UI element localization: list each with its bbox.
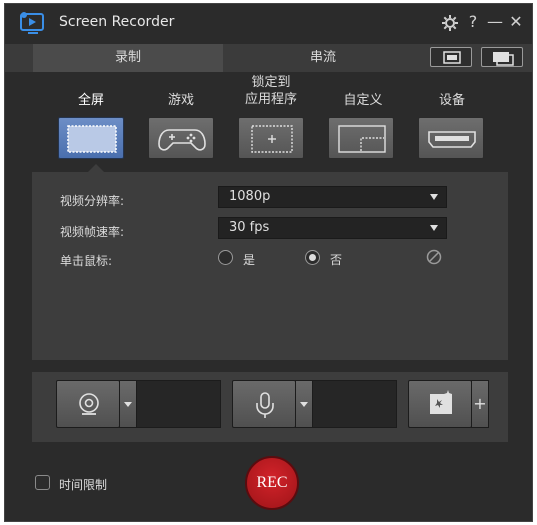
framerate-select[interactable]: 30 fps	[218, 217, 447, 239]
time-limit-label: 时间限制	[59, 478, 108, 492]
framerate-value: 30 fps	[229, 220, 270, 235]
mouse-click-label: 单击鼠标:	[60, 254, 113, 268]
capture-device-bar: +	[32, 372, 508, 442]
effects-button[interactable]	[408, 380, 472, 428]
webcam-icon	[79, 393, 99, 415]
hdmi-device-icon	[428, 131, 476, 148]
microphone-toggle-button[interactable]	[232, 380, 296, 428]
mode-label-game: 游戏	[167, 93, 194, 108]
mode-label-device: 设备	[438, 93, 465, 108]
minimize-button[interactable]: —	[485, 12, 505, 32]
dual-screen-icon	[493, 52, 514, 66]
mouse-click-no-label: 否	[330, 253, 343, 267]
mode-fullscreen-button[interactable]	[58, 117, 124, 159]
mini-mode-button[interactable]	[481, 47, 523, 67]
record-button[interactable]: REC	[245, 456, 299, 510]
lock-to-app-icon	[251, 125, 293, 153]
settings-panel: 视频分辨率: 1080p 视频帧速率: 30 fps 单击鼠标: 是 否	[32, 172, 508, 360]
custom-region-icon	[338, 125, 386, 153]
tab-stream[interactable]: 串流	[223, 44, 423, 72]
microphone-level-meter	[312, 380, 397, 428]
mode-game-button[interactable]	[148, 117, 214, 159]
fullscreen-frame-icon	[443, 51, 461, 64]
tab-record[interactable]: 录制	[33, 44, 223, 72]
mode-label-custom: 自定义	[343, 93, 383, 108]
resolution-select[interactable]: 1080p	[218, 186, 447, 208]
mode-label-lock-app: 锁定到 应用程序	[244, 75, 297, 107]
chevron-down-icon	[430, 194, 438, 200]
disabled-icon	[426, 249, 442, 265]
mouse-click-no-radio[interactable]	[305, 250, 320, 265]
effects-sparkle-icon	[430, 390, 452, 414]
gamepad-icon	[158, 129, 206, 151]
app-logo-icon	[20, 12, 44, 34]
close-button[interactable]: ✕	[506, 12, 526, 32]
mode-lock-app-button[interactable]	[238, 117, 304, 159]
resolution-label: 视频分辨率:	[60, 194, 125, 208]
app-title: Screen Recorder	[59, 14, 175, 30]
webcam-dropdown-button[interactable]	[119, 380, 137, 428]
framerate-label: 视频帧速率:	[60, 225, 125, 239]
help-button[interactable]: ?	[463, 12, 483, 32]
mouse-click-yes-label: 是	[243, 253, 256, 267]
tab-bar: 录制 串流	[5, 44, 532, 72]
microphone-icon	[256, 392, 274, 418]
mode-device-button[interactable]	[418, 117, 484, 159]
webcam-toggle-button[interactable]	[56, 380, 120, 428]
mouse-click-yes-radio[interactable]	[218, 250, 233, 265]
chevron-down-icon	[430, 225, 438, 231]
settings-gear-icon[interactable]	[441, 14, 459, 32]
time-limit-checkbox[interactable]	[35, 475, 50, 490]
microphone-dropdown-button[interactable]	[295, 380, 313, 428]
app-window: Screen Recorder ? — ✕ 录制 串流 全屏 游戏 锁定到 应用…	[4, 3, 533, 522]
fullscreen-icon	[67, 125, 117, 153]
webcam-preview	[136, 380, 221, 428]
resolution-value: 1080p	[229, 189, 271, 204]
fullscreen-toggle-button[interactable]	[430, 47, 472, 67]
mode-custom-button[interactable]	[328, 117, 394, 159]
mode-label-fullscreen: 全屏	[77, 93, 104, 108]
add-effect-button[interactable]: +	[471, 380, 489, 428]
title-bar: Screen Recorder ? — ✕	[5, 4, 532, 44]
